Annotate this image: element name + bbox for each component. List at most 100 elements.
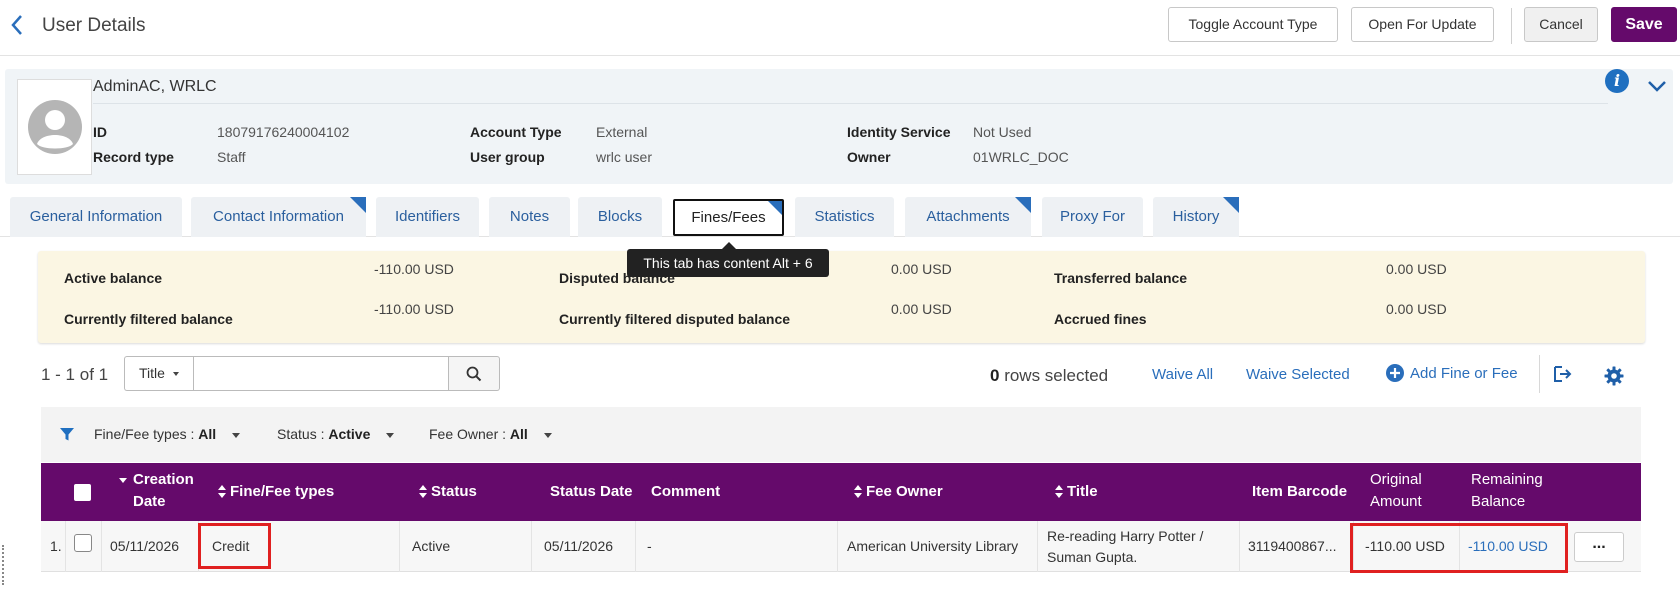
header-text: Original xyxy=(1370,471,1422,488)
header-text: Title xyxy=(1067,483,1098,500)
user-group-label: User group xyxy=(470,149,545,165)
filter-status[interactable]: Status : Active xyxy=(277,426,395,442)
col-title[interactable]: Title xyxy=(1055,481,1098,503)
col-separator xyxy=(1037,521,1038,572)
filter-label: Fee Owner : xyxy=(429,426,510,442)
active-balance-label: Active balance xyxy=(64,270,163,286)
search-input[interactable] xyxy=(193,356,449,391)
cell-comment: - xyxy=(647,538,652,554)
filter-fine-fee-types[interactable]: Fine/Fee types : All xyxy=(94,426,241,442)
balance-summary: Active balance -110.00 USD Currently fil… xyxy=(38,251,1645,343)
tab-identifiers[interactable]: Identifiers xyxy=(376,197,479,237)
active-balance-value: -110.00 USD xyxy=(374,261,454,277)
sort-desc-icon xyxy=(119,477,127,483)
highlight-box-type xyxy=(198,523,271,569)
open-for-update-button[interactable]: Open For Update xyxy=(1351,7,1494,42)
sort-icon xyxy=(1055,485,1063,499)
cell-status-date: 05/11/2026 xyxy=(544,538,614,554)
header-text: Balance xyxy=(1471,493,1526,510)
tab-contact-information[interactable]: Contact Information xyxy=(191,197,366,237)
tab-attachments[interactable]: Attachments xyxy=(905,197,1031,237)
search-button[interactable] xyxy=(449,356,500,391)
tab-label: Identifiers xyxy=(394,208,461,225)
col-original-amount: Original Amount xyxy=(1370,469,1422,513)
toolbar-divider xyxy=(1539,355,1540,393)
content-indicator-icon xyxy=(768,201,782,215)
search-scope-dropdown[interactable]: Title xyxy=(124,356,193,391)
col-status[interactable]: Status xyxy=(419,481,477,503)
tab-label: Statistics xyxy=(814,208,875,225)
info-icon[interactable]: i xyxy=(1605,69,1629,93)
filter-icon[interactable] xyxy=(59,427,75,445)
tab-notes[interactable]: Notes xyxy=(489,197,570,237)
col-fee-owner[interactable]: Fee Owner xyxy=(854,481,943,503)
account-type-label: Account Type xyxy=(470,124,562,140)
caret-down-icon xyxy=(543,432,552,438)
accrued-fines-label: Accrued fines xyxy=(1054,311,1147,327)
row-checkbox[interactable] xyxy=(74,534,92,552)
id-value: 18079176240004102 xyxy=(217,124,350,140)
header-text: Status xyxy=(431,483,477,500)
col-remaining-balance: Remaining Balance xyxy=(1471,469,1543,513)
id-label: ID xyxy=(93,124,107,140)
back-arrow-icon[interactable] xyxy=(10,14,32,40)
waive-selected-link[interactable]: Waive Selected xyxy=(1246,366,1350,383)
page-header: User Details Toggle Account Type Open Fo… xyxy=(0,0,1680,56)
header-text: Fee Owner xyxy=(866,483,943,500)
filtered-balance-label: Currently filtered balance xyxy=(64,311,233,327)
owner-label: Owner xyxy=(847,149,891,165)
export-icon[interactable] xyxy=(1552,364,1572,387)
filtered-disputed-value: 0.00 USD xyxy=(891,301,952,317)
col-creation-date[interactable]: Creation Date xyxy=(119,469,194,513)
search-scope-label: Title xyxy=(139,365,165,381)
tab-general-information[interactable]: General Information xyxy=(10,197,182,237)
row-actions-button[interactable]: ... xyxy=(1574,532,1624,562)
filter-label: Fine/Fee types : xyxy=(94,426,199,442)
waive-all-link[interactable]: Waive All xyxy=(1152,366,1213,383)
tab-label: Proxy For xyxy=(1059,208,1125,225)
user-name: AdminAC, WRLC xyxy=(93,78,217,95)
header-text: Creation xyxy=(133,471,194,488)
tab-statistics[interactable]: Statistics xyxy=(795,197,894,237)
cancel-button[interactable]: Cancel xyxy=(1524,7,1598,42)
tab-label: Contact Information xyxy=(213,208,344,225)
user-avatar-icon xyxy=(27,100,82,154)
filter-bar: Fine/Fee types : All Status : Active Fee… xyxy=(41,407,1641,462)
filter-fee-owner[interactable]: Fee Owner : All xyxy=(429,426,552,442)
page-title: User Details xyxy=(42,15,146,36)
add-fine-button[interactable]: Add Fine or Fee xyxy=(1386,364,1518,382)
header-text: Fine/Fee types xyxy=(230,483,335,500)
tab-label: Attachments xyxy=(926,208,1010,225)
select-all-checkbox[interactable] xyxy=(74,484,91,501)
tab-label: Notes xyxy=(509,208,550,225)
cell-item-barcode: 3119400867... xyxy=(1248,538,1337,554)
col-separator xyxy=(635,521,636,572)
identity-service-label: Identity Service xyxy=(847,124,951,140)
tab-history[interactable]: History xyxy=(1153,197,1239,237)
col-separator xyxy=(399,521,400,572)
card-divider xyxy=(93,103,1608,104)
caret-down-icon xyxy=(172,372,179,377)
toggle-account-type-button[interactable]: Toggle Account Type xyxy=(1168,7,1338,42)
filter-value: Active xyxy=(328,426,371,442)
chevron-down-icon[interactable] xyxy=(1647,79,1667,93)
record-type-value: Staff xyxy=(217,149,246,165)
owner-value: 01WRLC_DOC xyxy=(973,149,1069,165)
cell-status: Active xyxy=(412,538,451,554)
caret-down-icon xyxy=(386,432,395,438)
filtered-balance-value: -110.00 USD xyxy=(374,301,454,317)
save-button[interactable]: Save xyxy=(1611,7,1677,42)
col-comment: Comment xyxy=(651,483,721,500)
identity-service-value: Not Used xyxy=(973,124,1032,140)
col-fine-fee-types[interactable]: Fine/Fee types xyxy=(218,481,334,503)
sort-icon xyxy=(419,485,427,499)
tab-blocks[interactable]: Blocks xyxy=(578,197,662,237)
avatar xyxy=(17,79,92,175)
tab-proxy-for[interactable]: Proxy For xyxy=(1042,197,1143,237)
tab-label: Blocks xyxy=(597,208,643,225)
gear-icon[interactable] xyxy=(1604,366,1624,389)
resize-grip-icon[interactable] xyxy=(2,545,4,585)
tab-fines-fees[interactable]: Fines/Fees xyxy=(673,199,784,236)
cell-creation-date: 05/11/2026 xyxy=(110,538,180,554)
search-icon xyxy=(466,366,482,381)
